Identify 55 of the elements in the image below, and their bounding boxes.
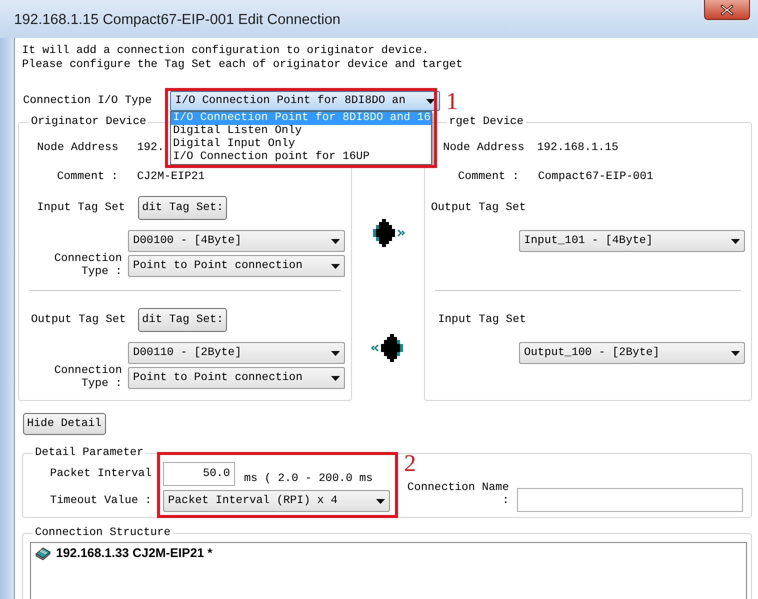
group-title: Originator Device — [30, 115, 148, 129]
range-text: ms ( 2.0 - 200.0 ms — [244, 472, 373, 486]
field-label: Comment : — [458, 170, 520, 184]
hide-detail-button[interactable]: Hide Detail — [23, 413, 106, 435]
field-label: Node Address — [37, 141, 120, 155]
field-value: 192.168.1.15 — [537, 141, 618, 155]
field-label: Comment : — [57, 170, 120, 184]
tag-set-dropdown[interactable]: D00110 - [2Byte] — [128, 342, 345, 364]
group-title: Connection Structure — [34, 526, 172, 540]
connection-name-field[interactable] — [517, 488, 743, 512]
group-title: Detail Parameter — [34, 446, 144, 460]
tag-set-dropdown[interactable]: Input_101 - [4Byte] — [519, 230, 745, 252]
timeout-dropdown[interactable]: Packet Interval (RPI) x 4 — [163, 490, 390, 512]
close-button[interactable] — [704, 0, 750, 20]
close-icon — [720, 4, 734, 16]
field-label: Output Tag Set — [31, 313, 127, 327]
group-title: rget Device — [448, 115, 525, 129]
caret-icon — [331, 238, 340, 244]
field-label: Input Tag Set — [37, 201, 126, 215]
connection-type-dropdown[interactable]: Point to Point connection — [128, 255, 345, 277]
tag-set-dropdown[interactable]: Output_100 - [2Byte] — [519, 342, 745, 364]
annotation-number: 2 — [404, 452, 416, 476]
field-value: 192. — [137, 141, 164, 155]
packet-interval-field[interactable]: 50.0 — [163, 462, 235, 486]
field-label: Input Tag Set — [438, 313, 528, 327]
tag-set-dropdown[interactable]: D00100 - [4Byte] — [128, 230, 345, 252]
field-label: Connection Type : — [53, 253, 122, 279]
plc-device-icon — [35, 546, 51, 560]
dropdown-option[interactable]: Digital Input Only — [171, 138, 431, 151]
edit-tag-set-button[interactable]: dit Tag Set: — [138, 308, 228, 332]
intro-text: It will add a connection configuration to originator device. Please configure the Tag Set each of originator device and target — [21, 44, 464, 72]
io-type-dropdown[interactable]: I/O Connection Point for 8DI8DO an — [170, 91, 440, 111]
field-label: Timeout Value : — [49, 494, 153, 508]
connection-type-dropdown[interactable]: Point to Point connection — [128, 367, 345, 389]
caret-icon — [331, 350, 340, 356]
caret-icon — [426, 98, 435, 104]
caret-icon — [331, 376, 340, 380]
caret-icon — [731, 238, 740, 244]
window-title: 192.168.1.15 Compact67-EIP-001 Edit Connection — [14, 11, 340, 29]
field-value: CJ2M-EIP21 — [137, 170, 205, 184]
caret-icon — [731, 350, 740, 356]
field-label: Connection Type : — [53, 365, 122, 391]
field-value: Compact67-EIP-001 — [538, 170, 654, 184]
field-label: Connection I/O Type — [23, 94, 153, 108]
edit-tag-set-button[interactable]: dit Tag Set: — [138, 196, 228, 220]
annotation-number: 1 — [446, 90, 458, 114]
field-label: Connection Name : — [406, 482, 509, 508]
dropdown-option[interactable]: Digital Listen Only — [171, 125, 431, 138]
field-label: Packet Interval — [49, 467, 153, 481]
field-label: Output Tag Set — [431, 201, 527, 215]
caret-icon — [331, 264, 340, 268]
tree-item[interactable]: 192.168.1.33 CJ2M-EIP21 * — [56, 546, 212, 560]
field-label: Node Address — [443, 141, 526, 155]
dropdown-option[interactable]: I/O Connection point for 16UP — [171, 151, 431, 164]
caret-icon — [376, 498, 385, 504]
